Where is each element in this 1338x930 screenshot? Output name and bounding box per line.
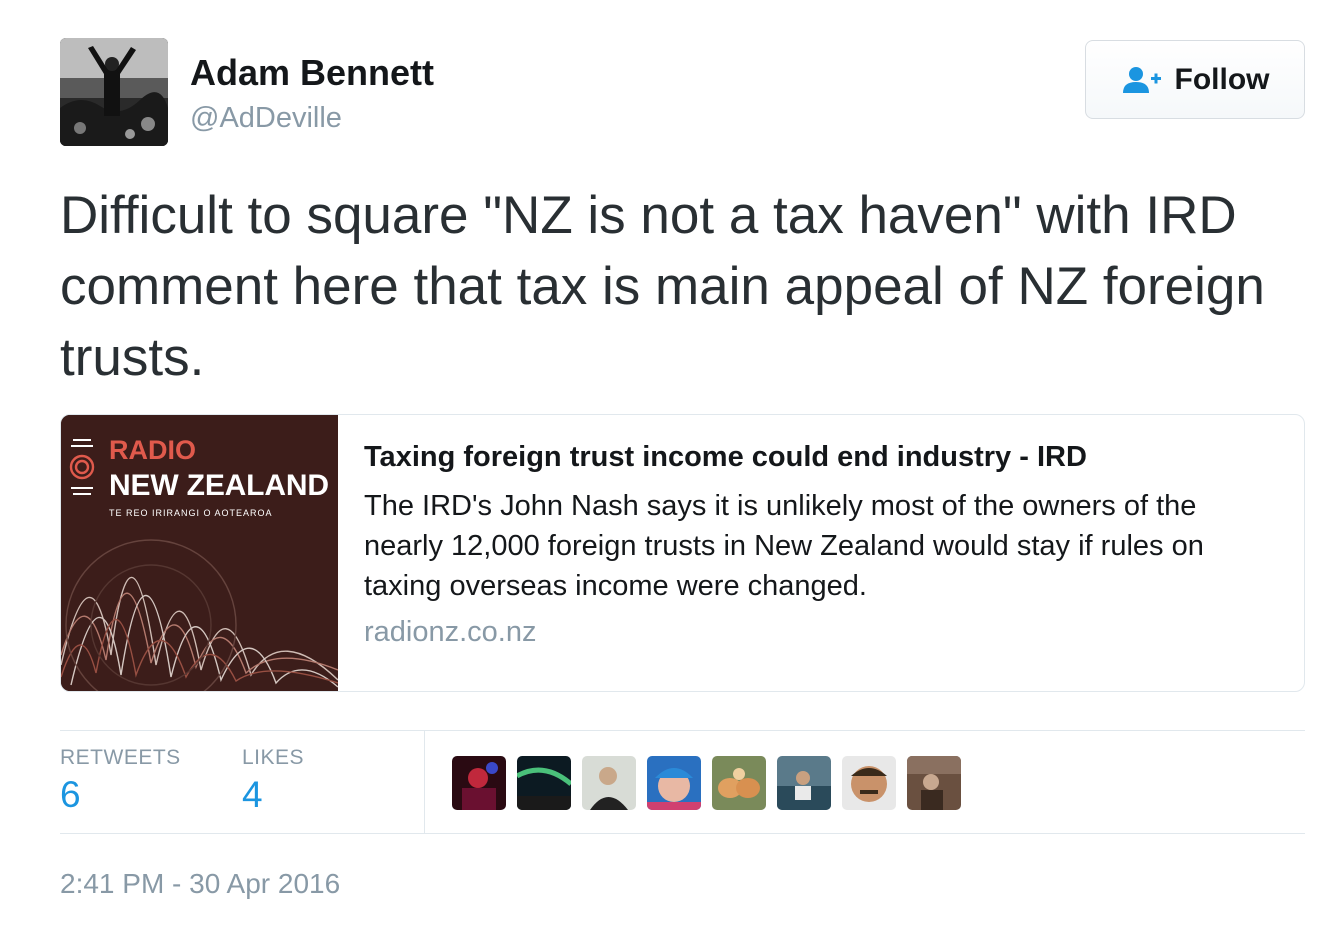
rnz-brand-line2: NEW ZEALAND <box>109 469 329 502</box>
card-image: RADIO NEW ZEALAND TE REO IRIRANGI O AOTE… <box>61 415 339 691</box>
liker-avatar-6[interactable] <box>777 756 831 810</box>
stats-divider-bottom <box>60 833 1305 834</box>
liker-avatar-3[interactable] <box>582 756 636 810</box>
rnz-tagline: TE REO IRIRANGI O AOTEAROA <box>109 508 273 518</box>
likes-label: LIKES <box>242 746 305 769</box>
retweets-count: 6 <box>60 774 81 815</box>
liker-avatar-8[interactable] <box>907 756 961 810</box>
card-title[interactable]: Taxing foreign trust income could end in… <box>364 441 1276 474</box>
card-description: The IRD's John Nash says it is unlikely … <box>364 490 1204 602</box>
add-user-icon <box>1122 66 1161 93</box>
author-name[interactable]: Adam Bennett <box>190 52 434 94</box>
author-handle[interactable]: @AdDeville <box>190 102 342 135</box>
retweets-stat[interactable]: RETWEETS 6 <box>60 746 181 816</box>
stats-divider-top <box>60 730 1305 731</box>
liker-avatar-7[interactable] <box>842 756 896 810</box>
liker-avatar-1[interactable] <box>452 756 506 810</box>
card-domain: radionz.co.nz <box>364 616 537 648</box>
rnz-logo-image: RADIO NEW ZEALAND TE REO IRIRANGI O AOTE… <box>61 415 339 691</box>
rnz-brand-line1: RADIO <box>109 435 196 465</box>
liker-avatars <box>452 756 961 810</box>
link-card[interactable]: RADIO NEW ZEALAND TE REO IRIRANGI O AOTE… <box>60 414 1305 692</box>
follow-button[interactable]: Follow <box>1085 40 1305 119</box>
tweet-timestamp[interactable]: 2:41 PM - 30 Apr 2016 <box>60 868 340 900</box>
card-body: Taxing foreign trust income could end in… <box>338 415 1304 691</box>
author-avatar[interactable] <box>60 38 168 146</box>
tweet-text: Difficult to square "NZ is not a tax hav… <box>60 186 1265 387</box>
follow-button-label: Follow <box>1174 62 1270 96</box>
liker-avatar-4[interactable] <box>647 756 701 810</box>
liker-avatar-5[interactable] <box>712 756 766 810</box>
stats-divider-vertical <box>424 731 425 833</box>
retweets-label: RETWEETS <box>60 746 181 769</box>
avatar-photo <box>60 38 168 146</box>
likes-count: 4 <box>242 774 263 815</box>
likes-stat[interactable]: LIKES 4 <box>242 746 304 816</box>
liker-avatar-2[interactable] <box>517 756 571 810</box>
